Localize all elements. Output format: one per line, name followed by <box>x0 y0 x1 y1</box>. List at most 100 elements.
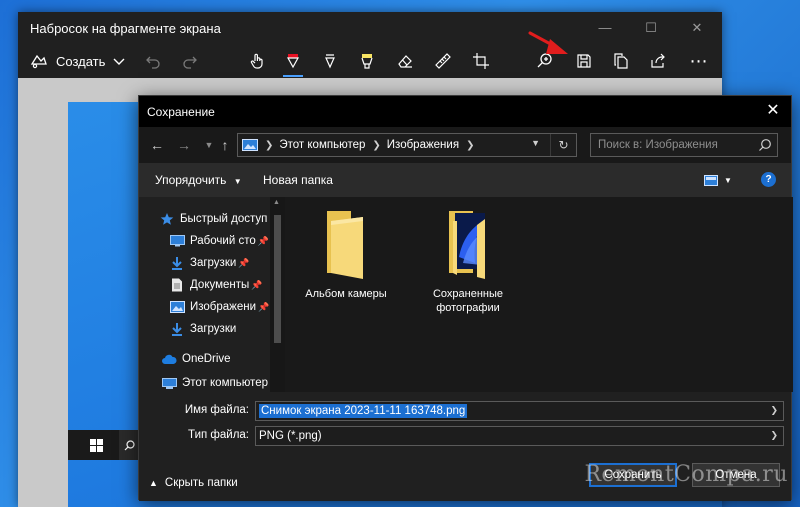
download-icon <box>169 322 185 336</box>
view-chevron-icon: ▼ <box>724 175 732 185</box>
sidebar-item-label: Загрузки <box>190 323 237 335</box>
pin-icon: 📌 <box>251 279 263 290</box>
pin-icon: 📌 <box>257 235 269 246</box>
save-icon[interactable] <box>569 48 599 74</box>
filename-value: Снимок экрана 2023-11-11 163748.png <box>259 404 468 418</box>
command-bar: Упорядочить ▼ Новая папка ▼ ? <box>139 163 791 197</box>
copy-icon[interactable] <box>606 48 636 74</box>
captured-taskbar <box>68 430 148 460</box>
download-icon <box>169 256 185 270</box>
red-arrow-annotation-icon <box>528 31 568 54</box>
snip-titlebar: Набросок на фрагменте экрана — ☐ ✕ <box>18 12 722 44</box>
create-button[interactable]: Создать <box>26 48 109 74</box>
computer-icon <box>161 377 177 391</box>
windows-logo-icon <box>90 438 103 452</box>
desktop-icon <box>169 234 185 248</box>
back-arrow-icon[interactable]: ← <box>147 135 167 155</box>
taskbar-search-icon <box>119 430 139 460</box>
folder-with-image-icon <box>449 211 485 279</box>
folder-icon <box>327 211 363 279</box>
organize-chevron-icon: ▼ <box>233 177 242 186</box>
search-icon[interactable] <box>758 138 772 152</box>
refresh-icon[interactable]: ↻ <box>550 134 576 156</box>
touch-writing-icon[interactable] <box>242 48 272 74</box>
create-dropdown-chevron-icon[interactable] <box>104 48 134 74</box>
chevron-up-icon: ▲ <box>149 478 158 488</box>
sidebar-item-quick-access[interactable]: Быстрый доступ <box>159 209 287 229</box>
search-input[interactable] <box>591 134 751 156</box>
pin-icon: 📌 <box>258 301 270 312</box>
highlighter-icon[interactable] <box>352 48 382 74</box>
new-folder-button[interactable]: Новая папка <box>263 173 333 187</box>
dialog-close-icon[interactable]: ✕ <box>761 100 785 122</box>
hide-folders-label: Скрыть папки <box>164 477 238 489</box>
new-snip-icon <box>30 54 47 69</box>
view-icon <box>704 174 718 186</box>
ruler-icon[interactable] <box>428 48 458 74</box>
dialog-title: Сохранение <box>147 105 215 119</box>
navigation-row: ← → ▼ ↑ ❯ Этот компьютер ❯ Изображения ❯… <box>139 127 791 163</box>
dialog-titlebar: Сохранение ✕ <box>139 96 791 127</box>
filetype-select[interactable]: PNG (*.png) ❯ <box>255 426 784 446</box>
redo-icon[interactable] <box>175 48 205 74</box>
scrollbar-thumb[interactable] <box>274 215 281 343</box>
snip-window-title: Набросок на фрагменте экрана <box>30 21 221 36</box>
sidebar-item-label: Загрузки <box>190 257 237 269</box>
breadcrumb-separator-icon: ❯ <box>265 139 274 151</box>
sidebar-item-label: Быстрый доступ <box>180 213 268 225</box>
breadcrumb-pictures[interactable]: Изображения <box>387 139 459 151</box>
sidebar-item-label: Документы <box>190 279 250 291</box>
share-icon[interactable] <box>643 48 673 74</box>
sidebar-item-label: Рабочий сто <box>190 235 256 247</box>
folder-label: Альбом камеры <box>305 288 387 300</box>
document-icon <box>169 278 185 292</box>
folder-item-camera-roll[interactable]: Альбом камеры <box>289 207 403 301</box>
help-icon[interactable]: ? <box>761 172 776 187</box>
sidebar-item-label: Этот компьютер <box>182 377 268 389</box>
undo-icon[interactable] <box>138 48 168 74</box>
close-icon[interactable]: ✕ <box>674 12 720 44</box>
save-dialog: Сохранение ✕ ← → ▼ ↑ ❯ Этот компьютер ❯ … <box>138 95 793 501</box>
pin-icon: 📌 <box>238 257 250 268</box>
pencil-icon[interactable] <box>315 48 345 74</box>
address-bar[interactable]: ❯ Этот компьютер ❯ Изображения ❯ ▼ ↻ <box>237 133 577 157</box>
up-arrow-icon[interactable]: ↑ <box>215 135 235 155</box>
folder-label: Сохраненные фотографии <box>432 288 504 314</box>
breadcrumb-separator-icon: ❯ <box>466 139 475 151</box>
view-options-button[interactable]: ▼ <box>704 172 738 188</box>
breadcrumb-separator-icon: ❯ <box>372 139 381 151</box>
search-box[interactable] <box>590 133 778 157</box>
filename-field[interactable]: Снимок экрана 2023-11-11 163748.png ❯ <box>255 401 784 421</box>
filetype-dropdown-chevron-icon[interactable]: ❯ <box>770 430 778 441</box>
watermark-text: RemontCompa.ru <box>584 462 788 487</box>
cloud-icon <box>161 352 177 366</box>
hide-folders-toggle[interactable]: ▲ Скрыть папки <box>149 477 238 489</box>
filename-dropdown-chevron-icon[interactable]: ❯ <box>770 405 778 416</box>
create-label: Создать <box>56 53 106 69</box>
maximize-icon[interactable]: ☐ <box>628 12 674 44</box>
star-icon <box>159 212 175 226</box>
crop-icon[interactable] <box>466 48 496 74</box>
address-dropdown-chevron-icon[interactable]: ▼ <box>531 138 540 148</box>
breadcrumb-this-pc[interactable]: Этот компьютер <box>279 139 365 151</box>
eraser-icon[interactable] <box>390 48 420 74</box>
folder-item-saved-pictures[interactable]: Сохраненные фотографии <box>411 207 525 315</box>
active-tool-indicator <box>283 75 303 77</box>
more-icon[interactable]: ⋯ <box>684 48 714 74</box>
organize-button[interactable]: Упорядочить ▼ <box>155 173 242 187</box>
sidebar-item-label: OneDrive <box>182 353 231 365</box>
filetype-label: Тип файла: <box>188 429 249 441</box>
navigation-scrollbar[interactable]: ▲ <box>270 197 285 392</box>
minimize-icon[interactable]: — <box>582 12 628 44</box>
scroll-up-icon[interactable]: ▲ <box>273 199 280 206</box>
file-list: Альбом камеры Сохраненные фотографии <box>285 197 793 392</box>
forward-arrow-icon[interactable]: → <box>174 135 194 155</box>
organize-label: Упорядочить <box>155 173 227 187</box>
pictures-folder-icon <box>242 139 258 151</box>
pictures-icon <box>169 300 185 314</box>
filename-label: Имя файла: <box>184 404 249 416</box>
ballpoint-pen-icon[interactable] <box>278 48 308 74</box>
sidebar-item-label: Изображени <box>190 301 257 313</box>
filetype-value: PNG (*.png) <box>259 430 322 442</box>
snip-toolbar: Создать ⋯ <box>18 44 722 78</box>
